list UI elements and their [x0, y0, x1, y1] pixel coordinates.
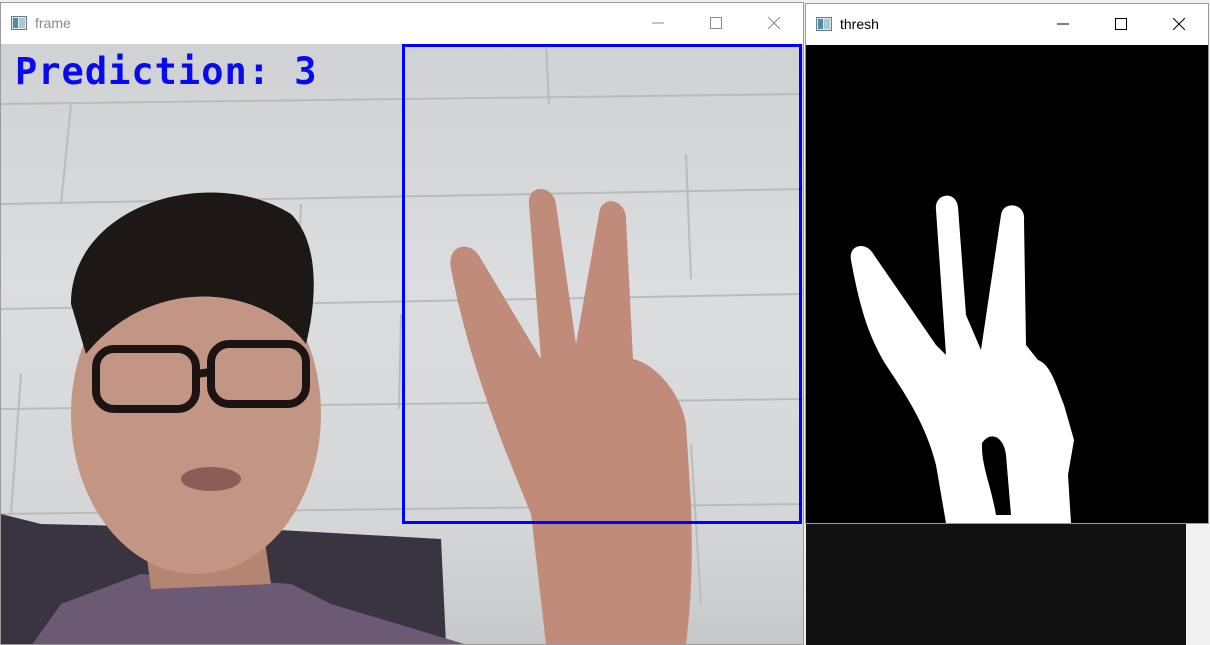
- thresh-titlebar[interactable]: thresh: [806, 4, 1208, 44]
- threshold-image: [806, 45, 1208, 523]
- roi-box: [402, 44, 802, 524]
- minimize-button[interactable]: [629, 3, 687, 43]
- background-dark-area: [806, 524, 1186, 645]
- frame-titlebar[interactable]: frame: [1, 3, 803, 43]
- frame-title: frame: [35, 15, 71, 31]
- app-window-icon: [816, 17, 832, 31]
- thresh-title: thresh: [840, 16, 879, 32]
- camera-frame: Prediction: 3: [1, 44, 803, 644]
- close-icon: [768, 17, 780, 29]
- frame-window: frame Prediction: 3: [0, 2, 804, 645]
- close-button[interactable]: [745, 3, 803, 43]
- close-button[interactable]: [1150, 4, 1208, 44]
- close-icon: [1173, 18, 1185, 30]
- app-window-icon: [11, 16, 27, 30]
- prediction-label: Prediction: 3: [15, 50, 318, 93]
- thresh-window: thresh: [805, 3, 1209, 524]
- minimize-icon: [1057, 23, 1069, 25]
- maximize-button[interactable]: [1092, 4, 1150, 44]
- threshold-hand-mask: [850, 195, 1074, 523]
- maximize-icon: [1115, 18, 1127, 30]
- minimize-icon: [652, 22, 664, 24]
- minimize-button[interactable]: [1034, 4, 1092, 44]
- maximize-button[interactable]: [687, 3, 745, 43]
- maximize-icon: [710, 17, 722, 29]
